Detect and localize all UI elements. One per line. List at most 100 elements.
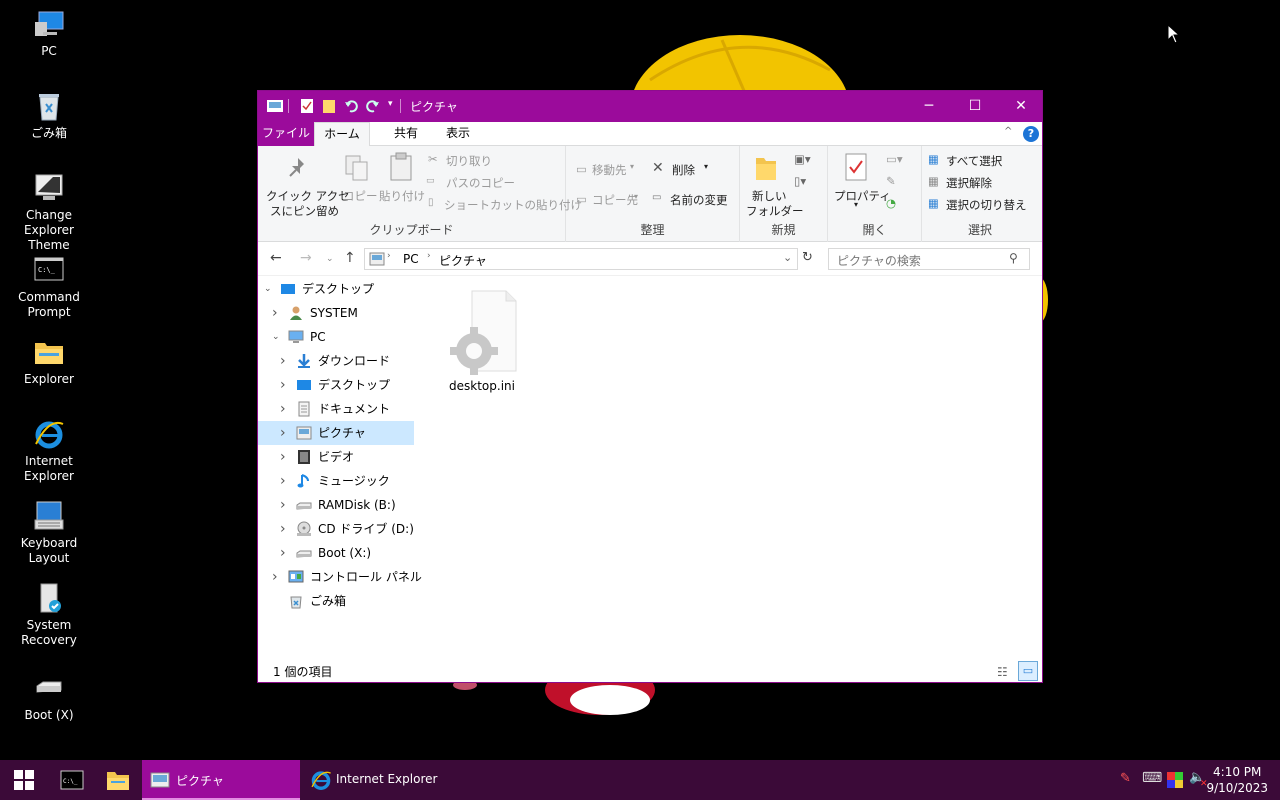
tab-file[interactable]: ファイル [258, 122, 314, 146]
desktop-icon-recycle-bin[interactable]: ごみ箱 [2, 90, 96, 141]
taskbar-item-pictures[interactable]: ピクチャ [142, 760, 300, 800]
title-bar[interactable]: ▾ ピクチャ ─ ☐ ✕ [258, 91, 1042, 122]
select-all-button[interactable]: すべて選択 [946, 153, 1002, 169]
explorer-taskbar-icon[interactable] [106, 769, 130, 791]
new-folder-icon[interactable] [322, 98, 336, 114]
properties-icon[interactable] [300, 98, 314, 114]
collapse-ribbon-icon[interactable]: ^ [1004, 126, 1012, 137]
breadcrumb-pictures[interactable]: ピクチャ [439, 252, 487, 269]
desktop-icon-internet-explorer[interactable]: Internet Explorer [2, 418, 96, 484]
search-box[interactable]: ピクチャの検索 ⚲ [828, 248, 1030, 270]
desktop-icon-system-recovery[interactable]: System Recovery [2, 582, 96, 648]
ribbon-group-label: 新規 [771, 223, 796, 237]
tray-keyboard-icon[interactable]: ⌨ [1142, 770, 1162, 786]
tab-view[interactable]: 表示 [436, 122, 480, 146]
forward-button[interactable]: → [300, 250, 312, 266]
tree-item[interactable]: ⌄ デスクトップ [258, 277, 414, 301]
tree-item[interactable]: › ビデオ [258, 445, 414, 469]
details-view-button[interactable]: ☷ [997, 663, 1008, 681]
chevron-right-icon[interactable]: › [280, 493, 286, 517]
copy-path-button[interactable]: パスのコピー [446, 175, 515, 191]
maximize-button[interactable]: ☐ [952, 91, 998, 122]
chevron-right-icon[interactable]: › [280, 373, 286, 397]
copy-to-button[interactable]: コピー先 [592, 192, 638, 208]
chevron-down-icon[interactable]: ⌄ [272, 325, 280, 349]
breadcrumb-pc[interactable]: PC [403, 252, 419, 266]
tree-item[interactable]: › デスクトップ [258, 373, 414, 397]
pc-icon [35, 11, 64, 36]
chevron-right-icon[interactable]: › [280, 445, 286, 469]
tree-item[interactable]: › SYSTEM [258, 301, 414, 325]
copy-button[interactable]: コピー [343, 188, 378, 204]
chevron-right-icon[interactable]: › [280, 469, 286, 493]
desktop-icon-change-theme[interactable]: Change Explorer Theme [2, 172, 96, 253]
tree-item[interactable]: › RAMDisk (B:) [258, 493, 414, 517]
search-input[interactable]: ピクチャの検索 [837, 252, 921, 269]
tree-item[interactable]: › CD ドライブ (D:) [258, 517, 414, 541]
chevron-right-icon[interactable]: › [280, 541, 286, 565]
chevron-right-icon[interactable]: › [280, 517, 286, 541]
ribbon-group-select: ▦ すべて選択 ▦ 選択解除 ▦ 選択の切り替え 選択 [922, 146, 1038, 242]
paste-shortcut-button[interactable]: ショートカットの貼り付け [444, 197, 582, 213]
tree-item-label: コントロール パネル [310, 570, 422, 584]
chevron-right-icon[interactable]: › [272, 301, 278, 325]
navigation-bar: ← → ⌄ ↑ › PC › ピクチャ ⌄ ↻ ピクチャの検索 ⚲ [258, 242, 1042, 276]
tab-home[interactable]: ホーム [314, 122, 370, 147]
close-button[interactable]: ✕ [998, 91, 1044, 122]
minimize-button[interactable]: ─ [906, 91, 952, 122]
pin-quick-access-button[interactable]: クイック アクセ [266, 188, 350, 204]
cmd-taskbar-icon[interactable]: C:\_ [60, 770, 84, 790]
desktop-icon-keyboard-layout[interactable]: Keyboard Layout [2, 500, 96, 566]
undo-icon[interactable] [344, 98, 358, 114]
invert-selection-button[interactable]: 選択の切り替え [946, 197, 1027, 213]
help-icon[interactable]: ? [1023, 126, 1039, 142]
desktop-icon-explorer[interactable]: Explorer [2, 336, 96, 387]
copy-path-icon: ▭ [426, 176, 435, 186]
tree-item[interactable]: ⌄ PC [258, 325, 414, 349]
new-folder-button[interactable]: 新しい [752, 188, 787, 204]
tree-item[interactable]: › ドキュメント [258, 397, 414, 421]
easy-access-icon[interactable]: ▯▾ [794, 174, 806, 188]
select-none-button[interactable]: 選択解除 [946, 175, 992, 191]
desktop-icon-boot[interactable]: Boot (X) [2, 672, 96, 723]
properties-button[interactable]: プロパティ [834, 188, 891, 204]
chevron-right-icon[interactable]: › [280, 349, 286, 373]
taskbar-item-internet-explorer[interactable]: Internet Explorer [302, 760, 452, 800]
delete-button[interactable]: 削除 [672, 162, 695, 178]
cut-button[interactable]: 切り取り [446, 153, 492, 169]
redo-icon[interactable] [366, 98, 380, 114]
address-bar[interactable]: › PC › ピクチャ ⌄ [364, 248, 798, 270]
recent-locations-button[interactable]: ⌄ [326, 254, 334, 264]
taskbar-clock[interactable]: 4:10 PM 9/10/2023 [1206, 764, 1268, 796]
chevron-right-icon[interactable]: › [280, 421, 286, 445]
tree-item[interactable]: › ピクチャ [258, 421, 414, 445]
tree-item[interactable]: ごみ箱 [258, 589, 414, 613]
tree-item[interactable]: › ダウンロード [258, 349, 414, 373]
tree-item[interactable]: › ミュージック [258, 469, 414, 493]
back-button[interactable]: ← [270, 250, 282, 266]
chevron-down-icon[interactable]: ⌄ [264, 277, 272, 301]
file-item[interactable]: desktop.ini [434, 289, 530, 393]
chevron-right-icon[interactable]: › [272, 565, 278, 589]
move-to-button[interactable]: 移動先 [592, 162, 627, 178]
up-button[interactable]: ↑ [344, 250, 356, 266]
start-icon[interactable] [14, 770, 34, 790]
tree-item[interactable]: › Boot (X:) [258, 541, 414, 565]
rename-button[interactable]: 名前の変更 [670, 192, 728, 208]
paste-button[interactable]: 貼り付け [379, 188, 425, 204]
customize-quick-access-icon[interactable]: ▾ [388, 99, 393, 115]
refresh-button[interactable]: ↻ [802, 250, 813, 265]
desktop-icon-pc[interactable]: PC [2, 8, 96, 59]
tab-share[interactable]: 共有 [384, 122, 428, 146]
ribbon-tabs: ファイル ホーム 共有 表示 ^ ? [258, 122, 1042, 147]
desktop-icon-command-prompt[interactable]: C:\_ Command Prompt [2, 254, 96, 320]
new-item-icon[interactable]: ▣▾ [794, 152, 811, 166]
tray-color-icon[interactable] [1167, 772, 1183, 788]
tray-tools-icon[interactable]: ✎ [1120, 771, 1131, 786]
tree-item-label: ビデオ [318, 450, 355, 464]
tree-item[interactable]: › コントロール パネル [258, 565, 422, 589]
large-icons-view-button[interactable]: ▭ [1018, 661, 1038, 681]
address-dropdown-icon[interactable]: ⌄ [783, 251, 792, 264]
new-folder-large-icon [756, 158, 776, 180]
chevron-right-icon[interactable]: › [280, 397, 286, 421]
